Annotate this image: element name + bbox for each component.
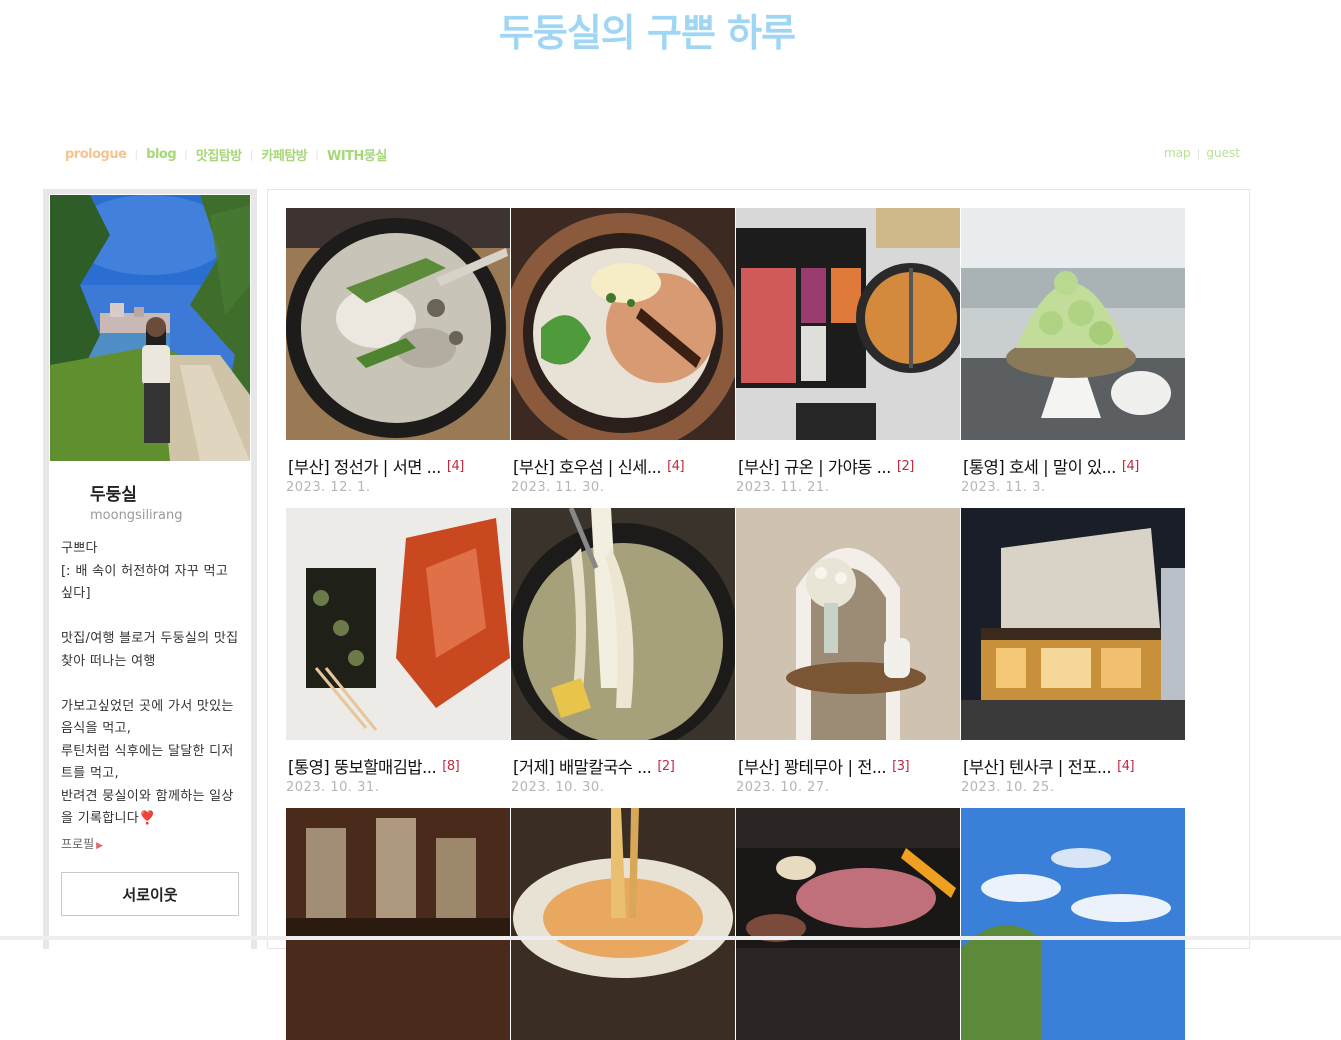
post-thumbnail[interactable] [961, 508, 1185, 740]
post-title[interactable]: [부산] 텐사쿠 | 전포... [4] [963, 754, 1185, 778]
nav-cafe[interactable]: 카페탐방 [261, 145, 307, 164]
comment-count: [3] [892, 758, 910, 774]
post-title-text: [부산] 호우섬 | 신세... [513, 458, 662, 477]
nav-separator: | [184, 148, 188, 161]
post-date: 2023. 12. 1. [286, 480, 371, 495]
post-title[interactable]: [통영] 뚱보할매김밥... [8] [288, 754, 510, 778]
post-date: 2023. 10. 27. [736, 780, 830, 795]
profile-nickname: 두둥실 [90, 485, 137, 505]
comment-count: [4] [1121, 458, 1139, 474]
comment-count: [4] [667, 458, 685, 474]
post-title[interactable]: [통영] 호세 | 말이 있... [4] [963, 454, 1185, 478]
post-card[interactable]: [거제] 배말칼국수 ... [2] 2023. 10. 30. [511, 508, 735, 795]
nav-separator: | [315, 148, 319, 161]
post-card[interactable]: [부산] 정선가 | 서면 ... [4] 2023. 12. 1. [286, 208, 510, 495]
post-card[interactable]: [부산] 텐사쿠 | 전포... [4] 2023. 10. 25. [961, 508, 1185, 795]
nav-map[interactable]: map [1164, 146, 1191, 160]
post-title-text: [부산] 규온 | 가야동 ... [738, 458, 891, 477]
post-title[interactable]: [부산] 꽝테무아 | 전... [3] [738, 754, 960, 778]
nav-prologue[interactable]: prologue [65, 147, 127, 162]
post-title-text: [부산] 텐사쿠 | 전포... [963, 758, 1112, 777]
post-thumbnail[interactable] [286, 808, 510, 1040]
post-thumbnail[interactable] [736, 208, 960, 440]
post-card[interactable]: [통영] 호세 | 말이 있... [4] 2023. 11. 3. [961, 208, 1185, 495]
scrollbar-track[interactable] [0, 936, 1341, 940]
nav-with-moongsil[interactable]: WITH뭉실 [327, 145, 387, 164]
post-title-text: [거제] 배말칼국수 ... [513, 758, 652, 777]
post-card[interactable] [511, 808, 735, 1040]
blog-title[interactable]: 두둥실의 구쁜 하루 [0, 2, 1294, 57]
profile-sidebar: 두둥실 moongsilirang 구쁘다 [ː 배 속이 허전하여 자꾸 먹고… [43, 189, 257, 954]
top-nav-right: map | guest [1164, 146, 1240, 160]
post-card[interactable] [286, 808, 510, 1040]
comment-count: [2] [657, 758, 675, 774]
profile-intro: 구쁘다 [ː 배 속이 허전하여 자꾸 먹고 싶다] 맛집/여행 블로거 두둥실… [61, 541, 239, 826]
post-date: 2023. 11. 3. [961, 480, 1046, 495]
post-thumbnail[interactable] [961, 808, 1185, 1040]
post-title-text: [부산] 정선가 | 서면 ... [288, 458, 441, 477]
post-card[interactable]: [부산] 규온 | 가야동 ... [2] 2023. 11. 21. [736, 208, 960, 495]
nav-guest[interactable]: guest [1206, 146, 1240, 160]
post-card[interactable] [736, 808, 960, 1040]
post-thumbnail[interactable] [511, 208, 735, 440]
post-title-text: [통영] 호세 | 말이 있... [963, 458, 1116, 477]
post-title[interactable]: [부산] 규온 | 가야동 ... [2] [738, 454, 960, 478]
nav-separator: | [249, 148, 254, 161]
profile-link-label: 프로필 [61, 837, 95, 851]
profile-link[interactable]: 프로필 ▶ [61, 835, 103, 852]
post-thumbnail[interactable] [961, 208, 1185, 440]
post-title[interactable]: [부산] 정선가 | 서면 ... [4] [288, 454, 510, 478]
post-date: 2023. 10. 30. [511, 780, 605, 795]
post-title[interactable]: [거제] 배말칼국수 ... [2] [513, 754, 735, 778]
post-thumbnail[interactable] [286, 508, 510, 740]
post-date: 2023. 11. 21. [736, 480, 830, 495]
post-card[interactable]: [부산] 호우섬 | 신세... [4] 2023. 11. 30. [511, 208, 735, 495]
nav-blog[interactable]: blog [146, 147, 177, 162]
post-thumbnail[interactable] [286, 208, 510, 440]
profile-card: 두둥실 moongsilirang 구쁘다 [ː 배 속이 허전하여 자꾸 먹고… [49, 194, 251, 954]
comment-count: [8] [442, 758, 460, 774]
post-card[interactable]: [부산] 꽝테무아 | 전... [3] 2023. 10. 27. [736, 508, 960, 795]
neighbor-button[interactable]: 서로이웃 [61, 872, 239, 916]
nav-separator: | [134, 148, 139, 161]
post-card[interactable]: [통영] 뚱보할매김밥... [8] 2023. 10. 31. [286, 508, 510, 795]
post-thumbnail[interactable] [511, 508, 735, 740]
post-thumbnail[interactable] [736, 508, 960, 740]
comment-count: [4] [446, 458, 464, 474]
post-grid-panel: [부산] 정선가 | 서면 ... [4] 2023. 12. 1. [부산] … [267, 189, 1250, 1040]
post-thumbnail[interactable] [511, 808, 735, 1040]
comment-count: [2] [896, 458, 914, 474]
post-title-text: [부산] 꽝테무아 | 전... [738, 758, 887, 777]
profile-blog-id: moongsilirang [90, 508, 183, 523]
post-date: 2023. 10. 25. [961, 780, 1055, 795]
post-date: 2023. 11. 30. [511, 480, 605, 495]
comment-count: [4] [1117, 758, 1135, 774]
profile-photo[interactable] [50, 195, 250, 461]
post-title[interactable]: [부산] 호우섬 | 신세... [4] [513, 454, 735, 478]
triangle-right-icon: ▶ [96, 841, 104, 851]
nav-separator: | [1196, 146, 1201, 160]
post-title-text: [통영] 뚱보할매김밥... [288, 758, 437, 777]
nav-restaurant[interactable]: 맛집탐방 [196, 145, 242, 164]
post-thumbnail[interactable] [736, 808, 960, 1040]
post-card[interactable] [961, 808, 1185, 1040]
post-date: 2023. 10. 31. [286, 780, 380, 795]
top-nav: prologue | blog | 맛집탐방 | 카페탐방 | WITH뭉실 [65, 145, 387, 164]
